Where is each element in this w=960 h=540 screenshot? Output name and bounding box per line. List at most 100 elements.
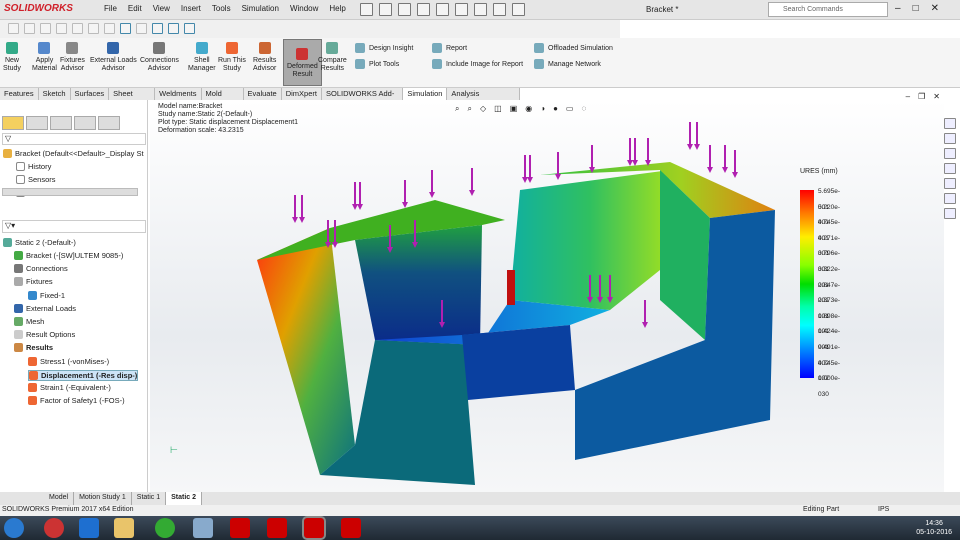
- tab-solidworks-add-ins[interactable]: SOLIDWORKS Add-Ins: [322, 88, 404, 108]
- solidworks-2017-active-icon[interactable]: [302, 516, 326, 540]
- tab-features[interactable]: Features: [0, 88, 39, 100]
- sim-tree-item[interactable]: Strain1 (-Equivalent-): [28, 383, 111, 392]
- select-icon[interactable]: [455, 3, 468, 16]
- include-image-for-report-button[interactable]: Include Image for Report: [432, 59, 523, 69]
- solidworks-2016-icon[interactable]: [230, 518, 250, 538]
- display-style-icon[interactable]: ◉: [525, 104, 532, 114]
- tab-dimxpert[interactable]: DimXpert: [282, 88, 322, 100]
- feature-tree-root[interactable]: Bracket (Default<<Default>_Display St: [3, 149, 144, 158]
- display-icon[interactable]: [184, 23, 195, 34]
- sim-tree-item[interactable]: Results: [14, 343, 53, 353]
- offloaded-simulation-button[interactable]: Offloaded Simulation: [534, 43, 613, 53]
- save-icon[interactable]: [398, 3, 411, 16]
- app-icon[interactable]: [193, 518, 213, 538]
- tab-analysis-preparation[interactable]: Analysis Preparation: [447, 88, 520, 108]
- filter-icon[interactable]: ▽: [2, 133, 146, 145]
- sim-tree-item[interactable]: Stress1 (-vonMises-): [28, 356, 109, 366]
- new-file-icon[interactable]: [360, 3, 373, 16]
- view-icon[interactable]: [104, 23, 115, 34]
- sim-tree-item[interactable]: Displacement1 (-Res disp-): [28, 369, 139, 381]
- rebuild-icon[interactable]: [474, 3, 487, 16]
- edit-sketch-icon[interactable]: [136, 23, 147, 34]
- file-explorer-icon[interactable]: [944, 148, 956, 159]
- display-manager-tab-icon[interactable]: [98, 116, 120, 130]
- sim-tree-item[interactable]: Result Options: [14, 330, 75, 340]
- cmd-fixtures-advisor-button[interactable]: Fixtures Advisor: [60, 42, 85, 73]
- print-icon[interactable]: [417, 3, 430, 16]
- appearance-icon[interactable]: ●: [553, 104, 558, 114]
- sim-tree-item[interactable]: Bracket (-[SW]ULTEM 9085-): [14, 251, 123, 260]
- file-properties-icon[interactable]: [493, 3, 506, 16]
- app-icon[interactable]: [44, 518, 64, 538]
- tab-mold-tools[interactable]: Mold Tools: [202, 88, 244, 108]
- chrome-icon[interactable]: [155, 518, 175, 538]
- tab-sheet-metal[interactable]: Sheet Metal: [109, 88, 156, 108]
- view-icon[interactable]: [72, 23, 83, 34]
- design-insight-button[interactable]: Design Insight: [355, 43, 413, 53]
- design-library-icon[interactable]: [944, 133, 956, 144]
- tab-sketch[interactable]: Sketch: [39, 88, 71, 100]
- horizontal-scrollbar[interactable]: [2, 188, 138, 196]
- sim-tree-item[interactable]: Factor of Safety1 (-FOS-): [28, 396, 125, 406]
- previous-view-icon[interactable]: ◇: [480, 104, 486, 114]
- view-palette-icon[interactable]: [944, 163, 956, 174]
- configuration-tab-icon[interactable]: [50, 116, 72, 130]
- cmd-new-study-button[interactable]: New Study: [3, 42, 21, 73]
- sketch-icon[interactable]: [120, 23, 131, 34]
- property-manager-tab-icon[interactable]: [26, 116, 48, 130]
- sim-tree-item[interactable]: Connections: [14, 264, 68, 274]
- view-icon[interactable]: [56, 23, 67, 34]
- bottom-tab-static-1[interactable]: Static 1: [132, 492, 167, 505]
- solidworks-logo[interactable]: SOLIDWORKS: [4, 3, 92, 17]
- sim-tree-item[interactable]: Fixtures: [14, 277, 53, 287]
- manage-network-button[interactable]: Manage Network: [534, 59, 601, 69]
- menu-file[interactable]: File: [104, 4, 117, 13]
- display-icon[interactable]: [152, 23, 163, 34]
- internet-explorer-icon[interactable]: [79, 518, 99, 538]
- report-button[interactable]: Report: [432, 43, 467, 53]
- forum-icon[interactable]: [944, 208, 956, 219]
- solidworks-2016-icon[interactable]: [341, 518, 361, 538]
- tab-weldments[interactable]: Weldments: [155, 88, 202, 100]
- appearances-icon[interactable]: [944, 178, 956, 189]
- close-button[interactable]: ✕: [931, 3, 939, 14]
- custom-properties-icon[interactable]: [944, 193, 956, 204]
- tab-simulation[interactable]: Simulation: [403, 88, 448, 100]
- feature-manager-tab-icon[interactable]: [2, 116, 24, 130]
- sim-tree-item[interactable]: Fixed-1: [28, 290, 65, 300]
- view-icon[interactable]: [8, 23, 19, 34]
- cmd-run-this-study-button[interactable]: Run This Study: [218, 42, 246, 73]
- file-explorer-icon[interactable]: [114, 518, 134, 538]
- menu-window[interactable]: Window: [290, 4, 318, 13]
- feature-tree-item-history[interactable]: History: [16, 162, 51, 171]
- cmd-apply-material-button[interactable]: Apply Material: [32, 42, 57, 73]
- start-button-icon[interactable]: [4, 518, 24, 538]
- units-selector[interactable]: IPS: [878, 506, 889, 513]
- study-node[interactable]: Static 2 (-Default-): [3, 238, 76, 247]
- resources-icon[interactable]: [944, 118, 956, 129]
- plot-tools-button[interactable]: Plot Tools: [355, 59, 399, 69]
- tab-evaluate[interactable]: Evaluate: [244, 88, 282, 100]
- tab-surfaces[interactable]: Surfaces: [71, 88, 110, 100]
- bottom-tab-motion-study-1[interactable]: Motion Study 1: [74, 492, 132, 505]
- minimize-icon[interactable]: –: [906, 92, 910, 101]
- cmd-results-advisor-button[interactable]: Results Advisor: [253, 42, 276, 73]
- menu-view[interactable]: View: [153, 4, 170, 13]
- view-icon[interactable]: [40, 23, 51, 34]
- bottom-tab-static-2[interactable]: Static 2: [166, 492, 203, 505]
- feature-tree-item-sensors[interactable]: Sensors: [16, 175, 56, 184]
- view-orientation-icon[interactable]: ▣: [510, 104, 518, 114]
- cmd-compare-results-button[interactable]: Compare Results: [318, 42, 347, 73]
- close-icon[interactable]: ✕: [933, 92, 940, 101]
- open-file-icon[interactable]: [379, 3, 392, 16]
- hide-show-icon[interactable]: ◑: [540, 104, 545, 114]
- dimxpert-tab-icon[interactable]: [74, 116, 96, 130]
- undo-icon[interactable]: [436, 3, 449, 16]
- menu-simulation[interactable]: Simulation: [242, 4, 279, 13]
- zoom-area-icon[interactable]: ⌕: [467, 104, 471, 114]
- clock[interactable]: 14:36 05-10-2016: [916, 519, 952, 537]
- display-icon[interactable]: [168, 23, 179, 34]
- options-gear-icon[interactable]: [512, 3, 525, 16]
- sim-tree-item[interactable]: External Loads: [14, 303, 76, 313]
- cmd-connections-advisor-button[interactable]: Connections Advisor: [140, 42, 179, 73]
